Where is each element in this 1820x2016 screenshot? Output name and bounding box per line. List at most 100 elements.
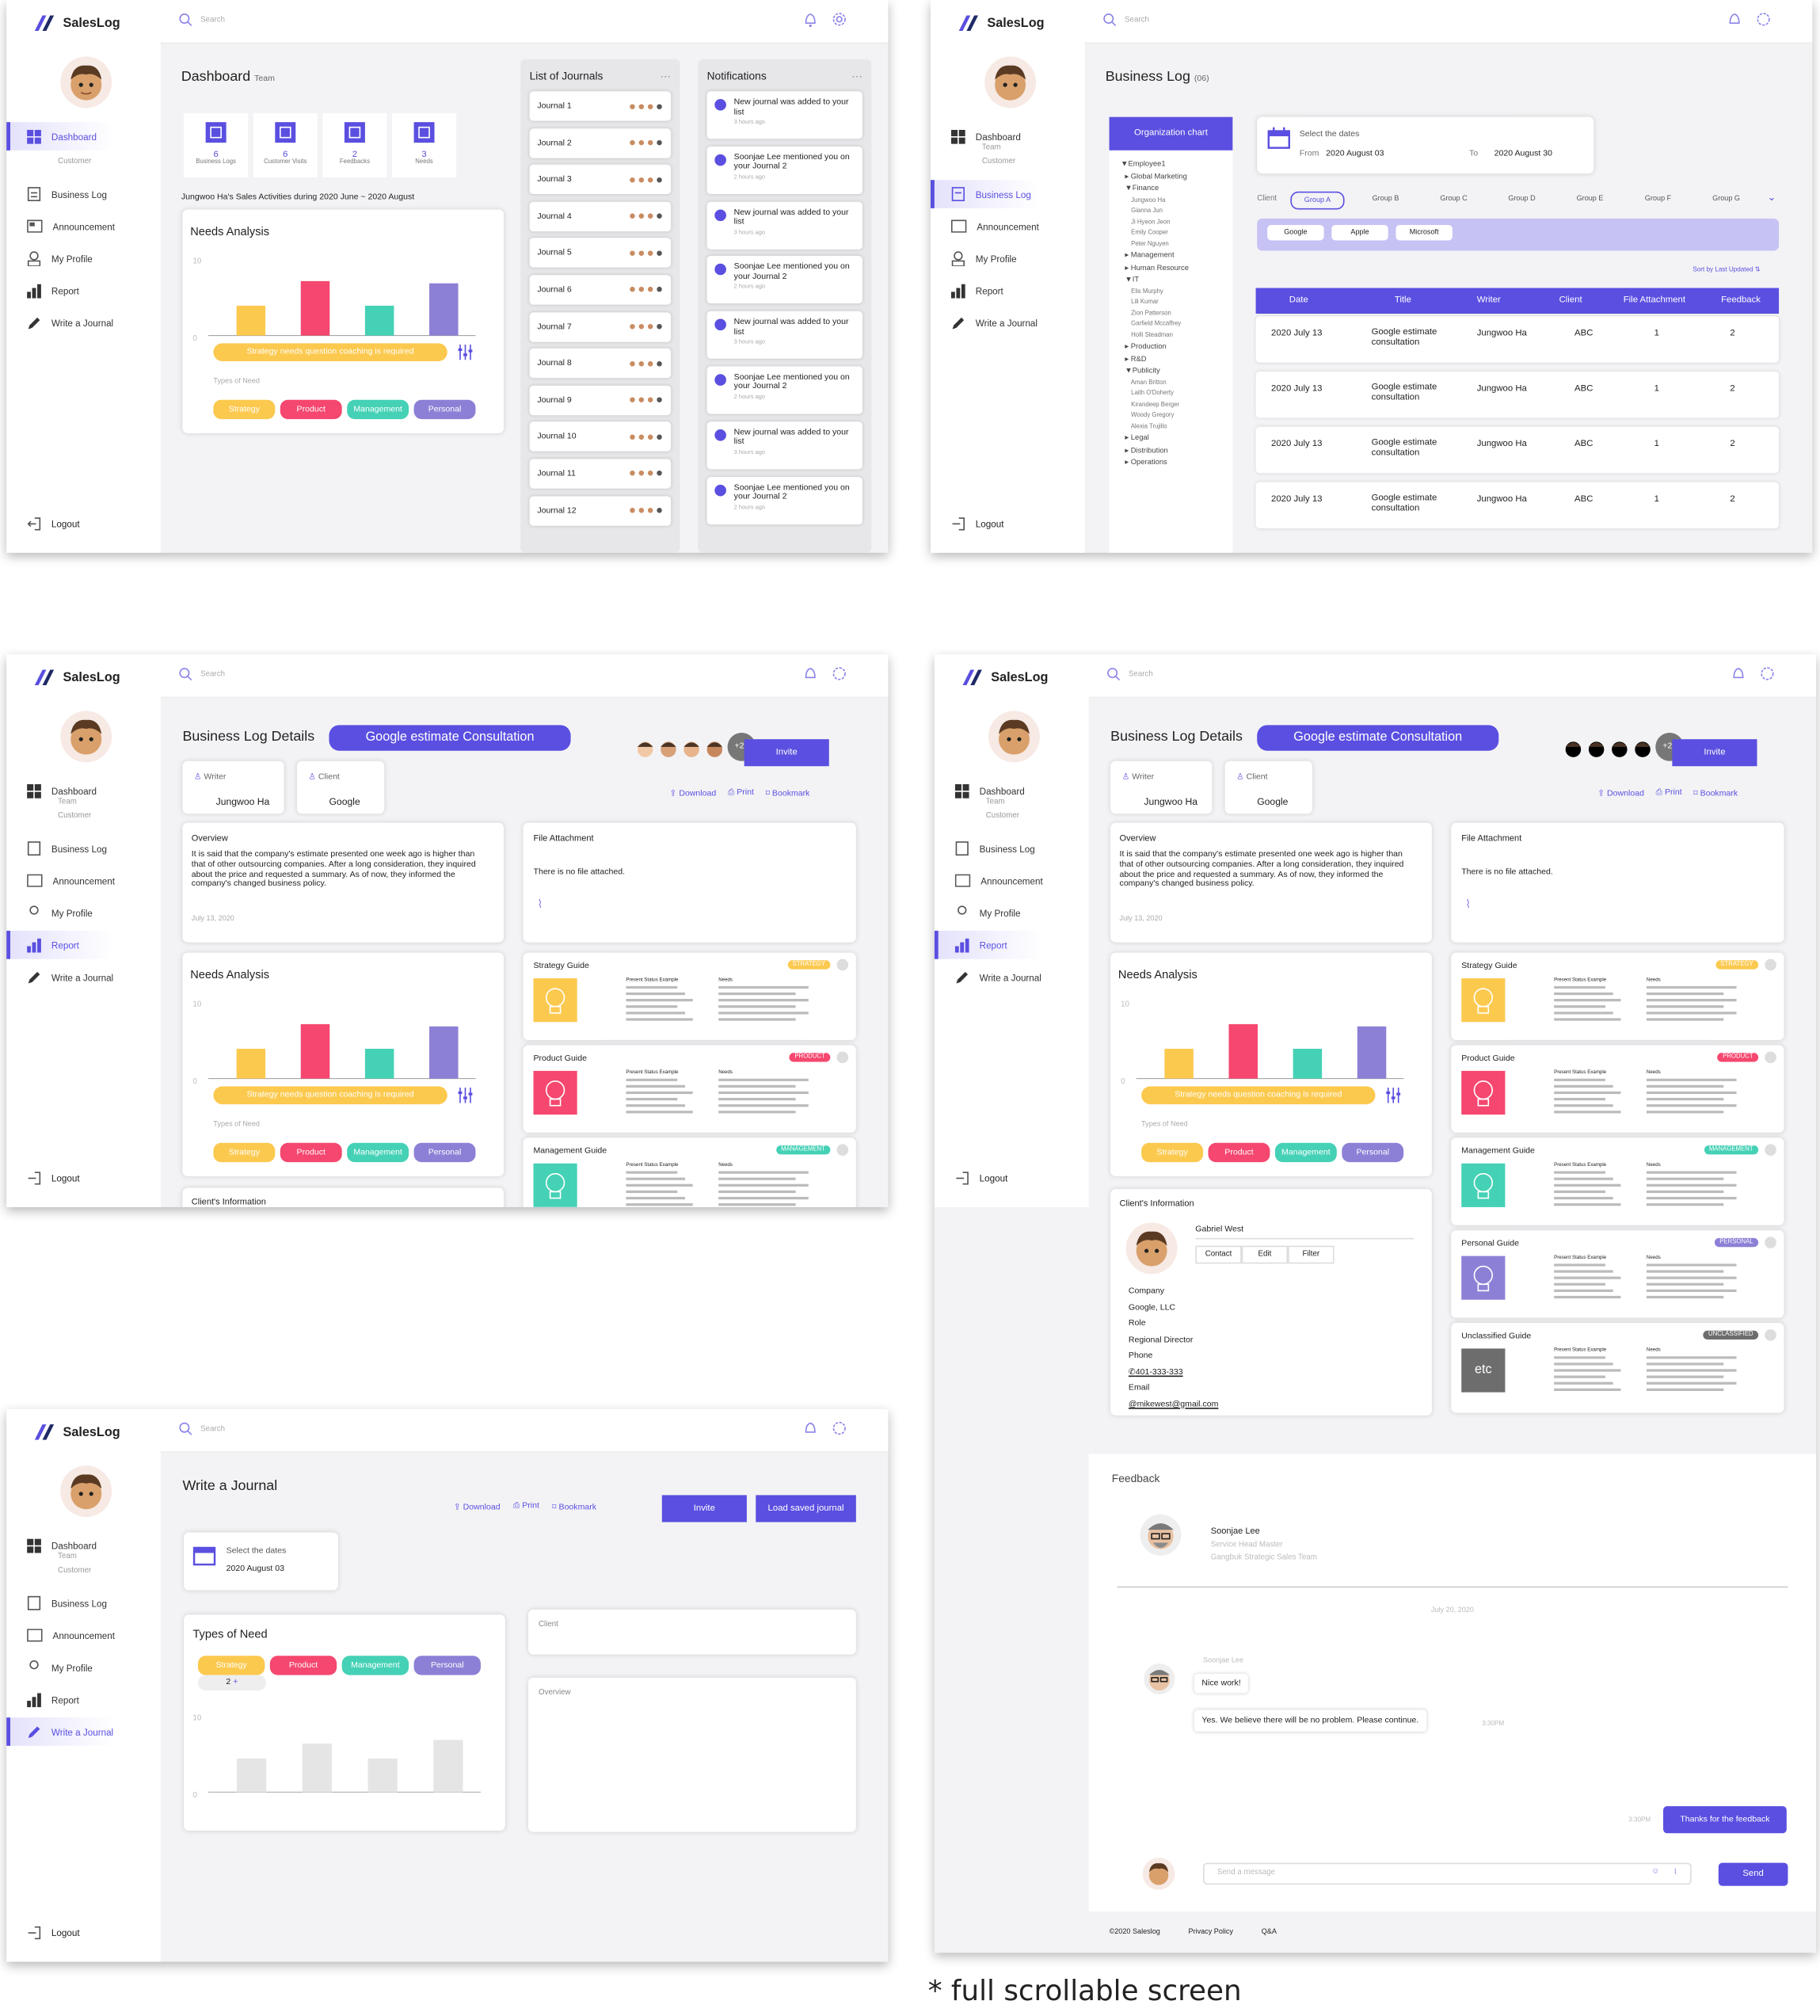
- nav-business-log[interactable]: Business Log: [6, 1589, 161, 1618]
- journal-item[interactable]: Journal 12: [529, 495, 672, 526]
- paperclip-icon[interactable]: ⌇: [537, 897, 543, 912]
- org-tree-node[interactable]: ▼Publicity: [1121, 367, 1189, 379]
- print-link[interactable]: ⎙ Print: [513, 1502, 539, 1512]
- collaborator-avatar[interactable]: [681, 738, 702, 759]
- date-picker[interactable]: Select the dates 2020 August 03: [184, 1532, 338, 1591]
- nav-write-journal[interactable]: Write a Journal: [6, 1717, 161, 1746]
- app-logo[interactable]: SalesLog: [32, 1422, 120, 1442]
- journal-item[interactable]: Journal 6: [529, 275, 672, 305]
- journal-item[interactable]: Journal 4: [529, 201, 672, 231]
- collaborator-avatar[interactable]: [704, 738, 725, 759]
- info-icon[interactable]: [836, 958, 849, 971]
- bell-icon[interactable]: [1731, 666, 1746, 681]
- collaborator-avatar[interactable]: [635, 738, 656, 759]
- nav-customer[interactable]: Customer: [931, 155, 1085, 170]
- avatar[interactable]: [60, 56, 112, 109]
- need-chip-management[interactable]: Management: [341, 1656, 409, 1675]
- guide-card-strategy[interactable]: Strategy Guide STRATEGY Present Status Exa…: [1451, 952, 1784, 1040]
- company-chip[interactable]: Microsoft: [1395, 225, 1453, 241]
- table-row[interactable]: 2020 July 13 Google estimate consultation…: [1255, 426, 1780, 474]
- search-input[interactable]: Search: [179, 1422, 225, 1436]
- nav-customer[interactable]: Customer: [935, 810, 1089, 824]
- notification-item[interactable]: Soonjae Lee mentioned you on your Journa…: [706, 256, 862, 304]
- client-tab-filter[interactable]: Filter: [1288, 1245, 1335, 1264]
- chevron-down-icon[interactable]: ⌄: [1767, 192, 1776, 204]
- table-header-cell[interactable]: Feedback: [1721, 295, 1761, 304]
- filter-sliders-icon[interactable]: [1385, 1087, 1401, 1103]
- group-filter-option[interactable]: Group G: [1699, 192, 1753, 207]
- info-icon[interactable]: [836, 1051, 849, 1064]
- need-chip-management[interactable]: Management: [1274, 1142, 1337, 1163]
- nav-write-journal[interactable]: Write a Journal: [935, 963, 1089, 992]
- nav-dashboard[interactable]: Dashboard: [6, 776, 161, 805]
- nav-write-journal[interactable]: Write a Journal: [6, 308, 161, 337]
- app-logo[interactable]: SalesLog: [32, 13, 120, 33]
- collaborator-avatar[interactable]: [658, 738, 679, 759]
- table-header-cell[interactable]: File Attachment: [1624, 295, 1685, 304]
- nav-customer[interactable]: Customer: [6, 1564, 161, 1579]
- guide-card-personal[interactable]: Personal Guide PERSONAL Present Status Exa…: [1451, 1230, 1784, 1318]
- guide-card-product[interactable]: Product Guide PRODUCT Present Status Examp…: [1451, 1045, 1784, 1133]
- print-link[interactable]: ⎙ Print: [728, 788, 754, 798]
- sort-button[interactable]: Sort by Last Updated ⇅: [1692, 266, 1760, 274]
- load-journal-button[interactable]: Load saved journal: [756, 1495, 856, 1522]
- collaborator-avatar[interactable]: [1586, 738, 1607, 759]
- group-filter-option[interactable]: Group F: [1631, 192, 1685, 207]
- org-tree-node[interactable]: Peter Nguyen: [1121, 240, 1189, 251]
- info-icon[interactable]: [1765, 1144, 1776, 1156]
- footer-qa-link[interactable]: Q&A: [1262, 1928, 1277, 1953]
- org-tree-node[interactable]: ▸ Global Marketing: [1121, 172, 1189, 184]
- email-value[interactable]: @mikewest@gmail.com: [1129, 1397, 1218, 1412]
- org-chart-tab[interactable]: Organization chart: [1109, 116, 1233, 151]
- nav-write-journal[interactable]: Write a Journal: [931, 308, 1085, 337]
- send-button[interactable]: Send: [1718, 1862, 1788, 1886]
- bell-icon[interactable]: [803, 1420, 817, 1435]
- stat-card[interactable]: 3 Needs: [391, 112, 457, 177]
- journal-item[interactable]: Journal 7: [529, 311, 672, 341]
- nav-business-log[interactable]: Business Log: [935, 834, 1089, 863]
- nav-business-log[interactable]: Business Log: [930, 180, 1085, 208]
- notification-item[interactable]: Soonjae Lee mentioned you on your Journa…: [706, 146, 862, 194]
- org-tree-node[interactable]: Laith O'Doherty: [1121, 390, 1189, 401]
- org-tree-node[interactable]: ▸ Human Resource: [1121, 263, 1189, 275]
- paperclip-icon[interactable]: ⌇: [1465, 897, 1471, 912]
- gear-icon[interactable]: [832, 1420, 847, 1435]
- gear-icon[interactable]: [832, 666, 847, 681]
- guide-card-unclassified[interactable]: Unclassified Guide UNCLASSIFIED etc Present…: [1451, 1322, 1784, 1413]
- stat-card[interactable]: 6 Business Logs: [184, 112, 249, 177]
- nav-announcement[interactable]: Announcement: [6, 867, 161, 895]
- org-tree-node[interactable]: ▼Finance: [1121, 184, 1189, 196]
- need-chip-strategy[interactable]: Strategy: [213, 399, 276, 420]
- journal-item[interactable]: Journal 10: [529, 421, 672, 452]
- nav-announcement[interactable]: Announcement: [6, 212, 161, 241]
- org-tree-node[interactable]: Holli Steadman: [1121, 331, 1189, 342]
- stat-card[interactable]: 2 Feedbacks: [322, 112, 387, 177]
- date-picker[interactable]: Select the dates From 2020 August 03 To …: [1257, 116, 1594, 174]
- filter-sliders-icon[interactable]: [458, 344, 473, 360]
- org-tree-node[interactable]: Elis Murphy: [1121, 288, 1189, 299]
- org-tree-node[interactable]: Gianna Jun: [1121, 207, 1189, 218]
- nav-report[interactable]: Report: [6, 1686, 161, 1714]
- plus-icon[interactable]: +: [233, 1678, 238, 1686]
- table-header-cell[interactable]: Writer: [1477, 295, 1501, 304]
- info-icon[interactable]: [1765, 1329, 1776, 1341]
- journal-item[interactable]: Journal 1: [529, 91, 672, 121]
- group-filter-option[interactable]: Group B: [1358, 192, 1412, 207]
- emoji-icon[interactable]: ☺: [1651, 1868, 1659, 1876]
- nav-dashboard[interactable]: Dashboard: [935, 776, 1089, 805]
- guide-card-product[interactable]: Product Guide PRODUCT Present Status Examp…: [523, 1045, 856, 1133]
- gear-icon[interactable]: [832, 12, 847, 27]
- avatar[interactable]: [984, 56, 1037, 109]
- filter-sliders-icon[interactable]: [458, 1087, 473, 1103]
- bell-icon[interactable]: [803, 666, 817, 681]
- nav-report[interactable]: Report: [931, 276, 1085, 305]
- need-chip-personal[interactable]: Personal: [413, 399, 476, 420]
- nav-write-journal[interactable]: Write a Journal: [6, 963, 161, 992]
- more-icon[interactable]: ···: [851, 70, 862, 82]
- download-link[interactable]: ⇪ Download: [1597, 788, 1644, 798]
- company-chip[interactable]: Apple: [1331, 225, 1388, 241]
- logout-button[interactable]: Logout: [951, 516, 1003, 531]
- notification-item[interactable]: Soonjae Lee mentioned you on your Journa…: [706, 476, 862, 524]
- org-tree-node[interactable]: ▸ Operations: [1121, 458, 1189, 470]
- stat-card[interactable]: 6 Customer Visits: [253, 112, 318, 177]
